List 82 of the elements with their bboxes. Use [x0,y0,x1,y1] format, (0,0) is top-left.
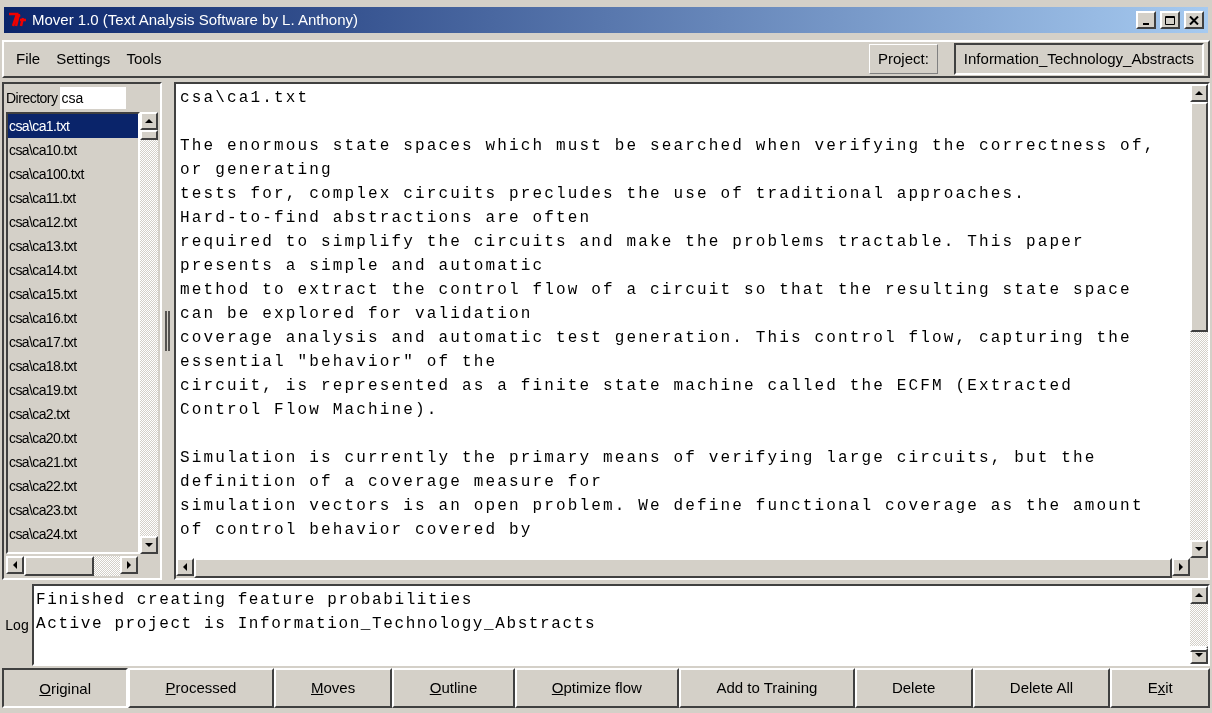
scroll-down-button[interactable] [140,536,158,554]
left-arrow-icon [181,562,189,572]
scroll-down-button[interactable] [1190,540,1208,558]
maximize-icon [1165,15,1175,25]
toolbar-button[interactable]: Delete All [972,668,1111,708]
document-line: tests for, complex circuits precludes the use of traditional approaches. [180,184,1028,205]
document-line: simulation vectors is an open problem. We define functional coverage as the amount [180,496,1145,517]
window-title: Mover 1.0 (Text Analysis Software by L. Anthony) [32,9,358,30]
project-field: Information_Technology_Abstracts [953,43,1204,75]
minimize-button[interactable] [1136,11,1156,29]
log-line: Active project is Information_Technology_Abstracts [36,614,598,635]
down-arrow-icon [1194,545,1204,553]
file-list-item[interactable]: csa\ca18.txt [8,354,138,378]
file-list-item[interactable]: csa\ca10.txt [8,138,138,162]
scroll-up-button[interactable] [140,112,158,130]
file-list-item[interactable]: csa\ca11.txt [8,186,138,210]
file-list-item[interactable]: csa\ca13.txt [8,234,138,258]
down-arrow-icon [144,541,154,549]
scroll-right-button[interactable] [1172,558,1190,576]
toolbar-button[interactable]: Exit [1110,668,1210,708]
app-logo-icon [8,12,28,28]
menu-item[interactable]: Tools [126,47,162,71]
left-arrow-icon [11,560,19,570]
menu-item[interactable]: File [16,47,41,71]
document-line: method to extract the control flow of a circuit so that the resulting state space [180,280,1133,301]
document-line: essential "behavior" of the [180,352,499,373]
toolbar-button[interactable]: Original [2,668,129,708]
up-arrow-icon [144,117,154,125]
file-list-item[interactable]: csa\ca19.txt [8,378,138,402]
file-list-item[interactable]: csa\ca22.txt [8,474,138,498]
close-button[interactable] [1184,11,1204,29]
document-line: of control behavior covered by [180,520,534,541]
up-arrow-icon [1194,89,1204,97]
file-list-item[interactable]: csa\ca2.txt [8,402,138,426]
scroll-right-button[interactable] [120,556,138,574]
scroll-up-button[interactable] [1190,586,1208,604]
document-line: Hard-to-find abstractions are often [180,208,593,229]
document-line: presents a simple and automatic [180,256,546,277]
scroll-left-button[interactable] [6,556,24,574]
file-list-item[interactable]: csa\ca15.txt [8,282,138,306]
project-label: Project: [869,44,938,74]
log-line: Finished creating feature probabilities [36,590,474,611]
close-icon [1189,15,1199,25]
toolbar-button[interactable]: Processed [128,668,274,708]
document-line: definition of a coverage measure for [180,472,605,493]
file-list-item[interactable]: csa\ca24.txt [8,522,138,546]
right-arrow-icon [125,560,133,570]
toolbar-button[interactable]: Outline [392,668,515,708]
toolbar-button[interactable]: Moves [273,668,393,708]
document-line: circuit, is represented as a finite state machine called the ECFM (Extracted [180,376,1075,397]
file-list-item[interactable]: csa\ca20.txt [8,426,138,450]
file-list-item[interactable]: csa\ca21.txt [8,450,138,474]
file-list-item[interactable]: csa\ca1.txt [8,114,138,138]
document-line: can be explored for validation [180,304,534,325]
document-line: Control Flow Machine). [180,400,440,421]
document-line: coverage analysis and automatic test generation. This control flow, capturing the [180,328,1133,349]
document-line: or generating [180,160,334,181]
menu-item[interactable]: Settings [56,47,111,71]
file-list-item[interactable]: csa\ca16.txt [8,306,138,330]
splitter-grip-icon[interactable] [165,311,171,351]
file-list-item[interactable]: csa\ca23.txt [8,498,138,522]
document-line: The enormous state spaces which must be searched when verifying the correctness of, [180,136,1157,157]
minimize-icon [1143,22,1149,25]
toolbar-button[interactable]: Delete [854,668,973,708]
document-line: required to simplify the circuits and make the problems tractable. This paper [180,232,1086,253]
file-list-item[interactable]: csa\ca12.txt [8,210,138,234]
scroll-left-button[interactable] [176,558,194,576]
document-heading: csa\ca1.txt [180,88,311,109]
file-list-item[interactable]: csa\ca100.txt [8,162,138,186]
toolbar-button[interactable]: Optimize flow [514,668,680,708]
document-line: Simulation is currently the primary means of verifying large circuits, but the [180,448,1098,469]
up-arrow-icon [1194,591,1204,599]
file-list-item[interactable]: csa\ca14.txt [8,258,138,282]
toolbar-button[interactable]: Add to Training [679,668,855,708]
maximize-button[interactable] [1160,11,1180,29]
directory-field[interactable]: csa [59,87,126,109]
file-list-item[interactable]: csa\ca17.txt [8,330,138,354]
right-arrow-icon [1177,562,1185,572]
log-label: Log [4,615,30,635]
directory-label: Directory [6,88,58,108]
scroll-up-button[interactable] [1190,84,1208,102]
down-arrow-icon [1194,651,1204,659]
